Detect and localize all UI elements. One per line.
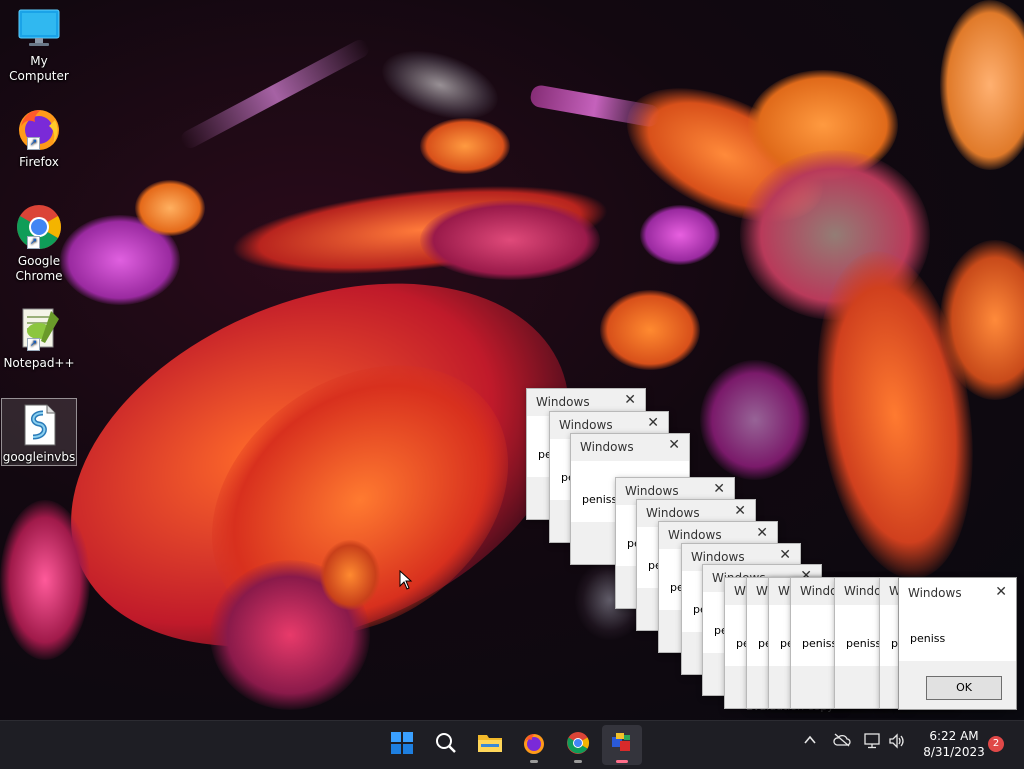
notepad-plus-plus-icon: ↗ <box>15 305 63 353</box>
shortcut-arrow-icon: ↗ <box>27 236 40 249</box>
dialog-title-bar[interactable]: Windows ✕ <box>571 434 689 461</box>
close-icon[interactable]: ✕ <box>624 392 636 408</box>
firefox-icon <box>522 731 546 759</box>
wallpaper-blob <box>178 36 372 152</box>
close-icon[interactable]: ✕ <box>779 547 791 563</box>
chrome-icon <box>566 731 590 759</box>
desktop-icon-notepad-plus-plus[interactable]: ↗ Notepad++ <box>2 305 76 371</box>
desktop-icon-label: googleinvbs <box>2 450 76 464</box>
onedrive-offline-icon[interactable] <box>833 733 851 751</box>
wallpaper-blob <box>0 500 90 660</box>
arrow-cursor-icon <box>399 569 413 594</box>
desktop-icon-label: Firefox <box>19 155 59 169</box>
running-indicator <box>530 760 538 763</box>
wallpaper-blob <box>700 360 810 480</box>
close-icon[interactable]: ✕ <box>995 584 1007 600</box>
taskbar-chrome[interactable] <box>558 725 598 765</box>
script-host-icon <box>610 731 634 759</box>
wallpaper-blob <box>529 83 661 129</box>
firefox-icon: ↗ <box>15 104 63 152</box>
dialog-message: peniss <box>802 637 838 650</box>
wallpaper-blob <box>940 0 1024 170</box>
wallpaper-blob <box>135 180 205 236</box>
desktop-icon-label: Google Chrome <box>15 254 63 283</box>
shortcut-arrow-icon: ↗ <box>27 338 40 351</box>
wallpaper-blob <box>420 118 510 174</box>
system-clock[interactable]: 6:22 AM 8/31/2023 <box>914 728 994 760</box>
wallpaper-blob <box>420 200 600 280</box>
running-indicator <box>574 760 582 763</box>
start-button[interactable] <box>382 725 422 765</box>
dialog-footer: OK <box>899 661 1016 709</box>
dialog-title: Windows <box>559 418 613 432</box>
taskbar-file-explorer[interactable] <box>470 725 510 765</box>
volume-icon[interactable] <box>888 733 906 753</box>
close-icon[interactable]: ✕ <box>668 437 680 453</box>
close-icon[interactable]: ✕ <box>756 525 768 541</box>
chevron-up-icon[interactable] <box>803 733 817 751</box>
desktop-icon-my-computer[interactable]: My Computer <box>2 8 76 84</box>
desktop-icon-google-chrome[interactable]: ↗ Google Chrome <box>2 203 76 284</box>
search-button[interactable] <box>426 725 466 765</box>
file-explorer-icon <box>477 732 503 758</box>
clock-date: 8/31/2023 <box>923 745 985 759</box>
wallpaper-blob <box>640 205 720 265</box>
dialog-title: Windows <box>668 528 722 542</box>
desktop-icon-label: Notepad++ <box>3 356 75 370</box>
search-icon <box>435 732 457 758</box>
dialog-title-bar[interactable]: Windows ✕ <box>899 578 1016 608</box>
clock-time: 6:22 AM <box>929 729 979 743</box>
close-icon[interactable]: ✕ <box>647 415 659 431</box>
dialog-message: peniss <box>582 493 618 506</box>
windows-start-icon <box>391 732 413 758</box>
taskbar-firefox[interactable] <box>514 725 554 765</box>
dialog-title: Windows <box>908 586 962 600</box>
desktop-icon-googleinvbs[interactable]: googleinvbs <box>1 398 77 466</box>
vbs-script-icon <box>17 403 61 447</box>
dialog-title: Windows <box>536 395 590 409</box>
dialog-message: peniss <box>846 637 882 650</box>
dialog-title: Windows <box>691 550 745 564</box>
close-icon[interactable]: ✕ <box>734 503 746 519</box>
notification-badge[interactable]: 2 <box>988 736 1004 752</box>
network-icon[interactable] <box>864 733 882 753</box>
dialog-message: peniss <box>910 632 946 645</box>
wallpaper-blob <box>320 540 380 610</box>
dialog-title: Windows <box>625 484 679 498</box>
taskbar <box>0 720 1024 769</box>
message-dialog-active[interactable]: Windows ✕ peniss OK <box>898 577 1017 710</box>
monitor-icon <box>17 8 61 51</box>
wallpaper-blob <box>600 290 700 370</box>
desktop-icon-firefox[interactable]: ↗ Firefox <box>2 104 76 170</box>
taskbar-script-host[interactable] <box>602 725 642 765</box>
wallpaper-blob <box>373 37 507 133</box>
desktop-icon-label: My Computer <box>9 54 69 83</box>
close-icon[interactable]: ✕ <box>713 481 725 497</box>
desktop-background: My Computer ↗ Firefox ↗ Google Chrome ↗ … <box>0 0 1024 720</box>
running-indicator <box>616 760 628 763</box>
dialog-title: Windows <box>580 440 634 454</box>
ok-button[interactable]: OK <box>926 676 1002 700</box>
dialog-title: Windows <box>646 506 700 520</box>
shortcut-arrow-icon: ↗ <box>27 137 40 150</box>
chrome-icon: ↗ <box>15 203 63 251</box>
